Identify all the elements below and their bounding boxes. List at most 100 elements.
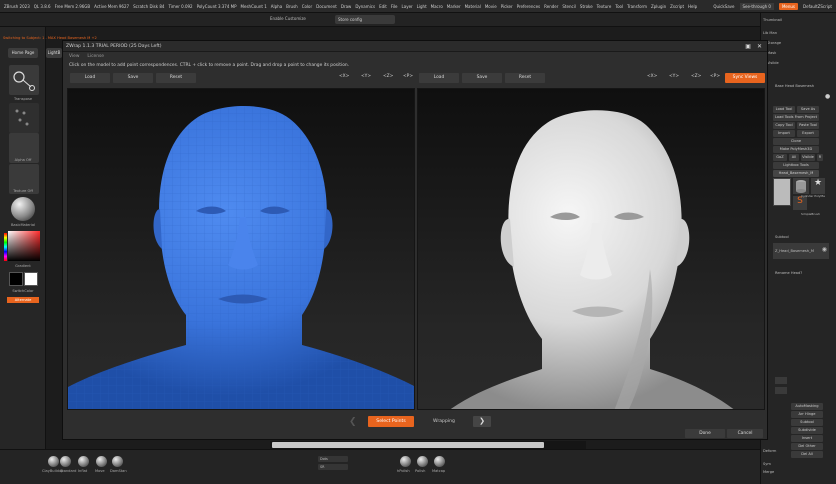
save-as-button[interactable]: Save As [797,106,819,113]
previous-arrow-icon[interactable]: ❮ [349,417,357,427]
automasking-button[interactable]: AutoMasking [791,403,823,410]
left-axis-x[interactable]: <X> [339,74,349,79]
merge-label[interactable]: Merge [763,470,774,474]
subtool-sub-button[interactable]: Subtool [791,419,823,426]
visible-button[interactable]: Visible [801,154,815,161]
menu-macro[interactable]: Macro [431,4,443,9]
menu-color[interactable]: Color [302,4,312,9]
close-icon[interactable]: ✕ [757,43,762,50]
secondary-color-swatch[interactable] [24,272,38,286]
menu-render[interactable]: Render [544,4,558,9]
right-axis-y[interactable]: <Y> [669,74,679,79]
menu-edit[interactable]: Edit [379,4,387,9]
scrollbar-thumb[interactable] [272,442,544,448]
sym-label[interactable]: Sym [763,462,771,466]
left-axis-y[interactable]: <Y> [361,74,371,79]
menu-transform[interactable]: Transform [627,4,647,9]
left-reset-button[interactable]: Reset [156,73,196,83]
left-axis-z[interactable]: <Z> [383,74,393,79]
menu-alpha[interactable]: Alpha [271,4,282,9]
lib-man-item[interactable]: Lib Man [763,31,777,35]
right-load-button[interactable]: Load [419,73,459,83]
lightbox-tools-button[interactable]: Lightbox Tools [773,162,819,169]
copy-tool-button[interactable]: Copy Tool [773,122,795,129]
matcap-ball[interactable] [434,456,445,467]
import-button[interactable]: Import [773,130,795,137]
left-load-button[interactable]: Load [70,73,110,83]
cylinder-tool-thumbnail[interactable] [793,178,809,194]
del-all-button[interactable]: Del All [791,451,823,458]
make-polymesh-button[interactable]: Make PolyMesh3D [773,146,819,153]
left-axis-p[interactable]: <P> [403,74,413,79]
menu-material[interactable]: Material [465,4,481,9]
right-axis-p[interactable]: <P> [710,74,720,79]
right-save-button[interactable]: Save [462,73,502,83]
menu-preferences[interactable]: Preferences [517,4,541,9]
tool-collapse-icon[interactable]: ● [825,93,830,100]
maximize-icon[interactable]: ▣ [745,43,751,50]
right-axis-z[interactable]: <Z> [691,74,701,79]
cancel-button[interactable]: Cancel [727,429,763,438]
next-arrow-icon[interactable]: ❯ [473,416,491,427]
all-button[interactable]: All [789,154,799,161]
menu-marker[interactable]: Marker [447,4,461,9]
select-points-button[interactable]: Select Points [368,416,414,427]
move-brush[interactable] [96,456,107,467]
left-save-button[interactable]: Save [113,73,153,83]
transpose-brush-tile[interactable] [9,65,39,95]
horizontal-scrollbar[interactable] [270,441,586,449]
mask-item[interactable]: Mask [767,51,776,55]
lightbox-button[interactable]: LightB [46,48,62,58]
menus-button[interactable]: Menus [778,2,799,10]
polish-brush[interactable] [417,456,428,467]
menu-stencil[interactable]: Stencil [562,4,576,9]
standard-brush[interactable] [60,456,71,467]
menu-license[interactable]: License [87,54,104,60]
arrow-down-button[interactable] [775,387,787,394]
clone-button[interactable]: Clone [773,138,819,145]
head-tool-thumbnail[interactable] [773,178,791,206]
left-viewport[interactable] [67,88,415,410]
menu-help[interactable]: Help [688,4,697,9]
switch-color-label[interactable]: SwitchColor [2,289,44,293]
inflat-brush[interactable] [78,456,89,467]
zwrap-titlebar[interactable]: ZWrap 1.1.3 TRIAL PERIOD (25 Days Left) … [63,41,767,52]
see-through-slider[interactable]: See-through 0 [739,2,774,10]
hpolish-brush[interactable] [400,456,411,467]
menu-brush[interactable]: Brush [286,4,298,9]
arrow-up-button[interactable] [775,377,787,384]
alternate-button[interactable]: Alternate [7,297,39,303]
home-page-button[interactable]: Home Page [8,48,38,58]
sr-field[interactable]: SR [318,464,348,470]
subdivide-button[interactable]: Subdivide [791,427,823,434]
paste-tool-button[interactable]: Paste Tool [797,122,819,129]
material-sphere[interactable] [11,197,35,221]
menu-picker[interactable]: Picker [501,4,513,9]
load-tool-button[interactable]: Load Tool [773,106,795,113]
damstan-brush[interactable] [112,456,123,467]
del-other-button[interactable]: Del Other [791,443,823,450]
star-tool-thumbnail[interactable]: ★ [811,178,825,194]
default-zscript-button[interactable]: DefaultZScript [803,4,832,9]
stroke-tile[interactable] [9,103,39,133]
subtool-item[interactable]: Z_Head_Basemesh_M ◉ [773,243,829,259]
menu-draw[interactable]: Draw [341,4,351,9]
arr-hinge-button[interactable]: Arr Hinge [791,411,823,418]
r-button[interactable]: R [817,154,823,161]
menu-document[interactable]: Document [316,4,337,9]
menu-stroke[interactable]: Stroke [580,4,593,9]
current-tool-slider[interactable]: Head_Basemesh_M [773,170,819,177]
goz-button[interactable]: GoZ [773,154,787,161]
menu-zplugin[interactable]: Zplugin [651,4,666,9]
menu-layer[interactable]: Layer [402,4,413,9]
enable-customize-button[interactable]: Enable Customize [270,16,306,21]
color-picker[interactable] [8,231,40,261]
done-button[interactable]: Done [685,429,725,438]
visible-item[interactable]: Visible [767,61,779,65]
store-config-button[interactable]: Store config [335,15,395,24]
right-reset-button[interactable]: Reset [505,73,545,83]
eye-icon[interactable]: ◉ [822,246,827,253]
sync-views-button[interactable]: Sync Views [725,73,765,83]
insert-button[interactable]: Insert [791,435,823,442]
menu-light[interactable]: Light [417,4,427,9]
